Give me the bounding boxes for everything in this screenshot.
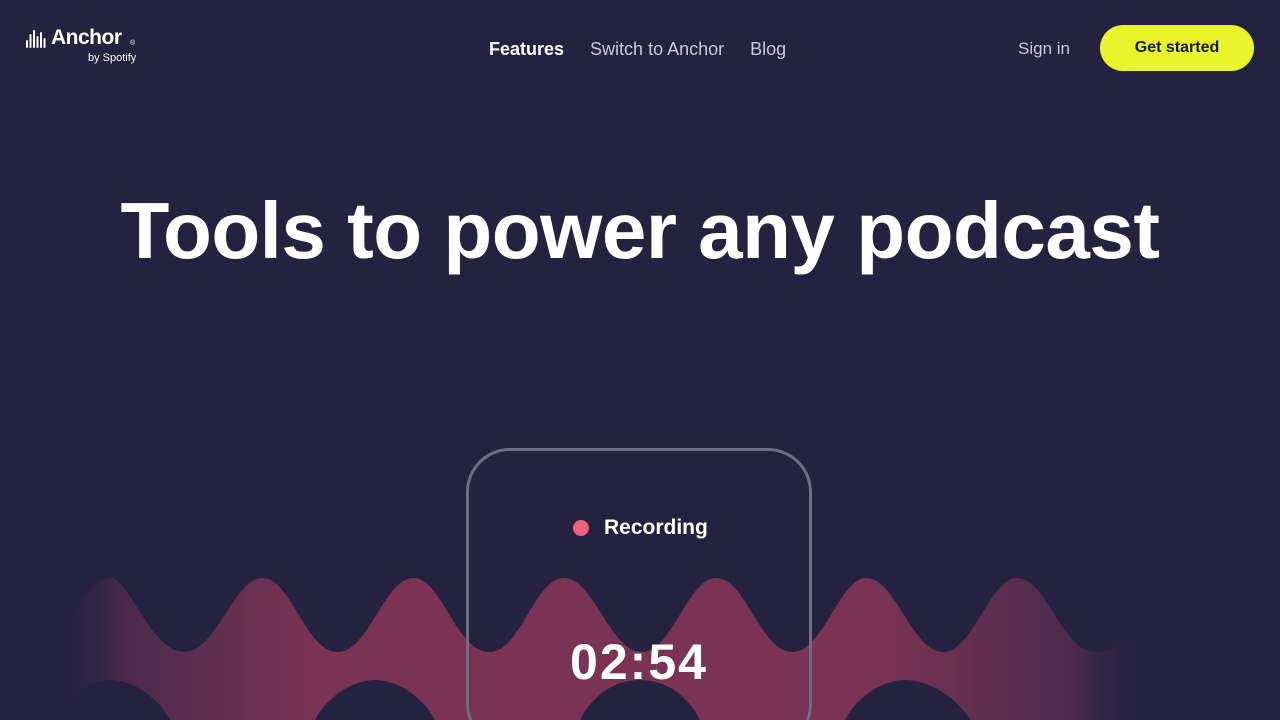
site-header: Anchor ® by Spotify Features Switch to A…: [0, 0, 1280, 96]
page: Anchor ® by Spotify Features Switch to A…: [0, 0, 1280, 720]
record-dot-icon: [573, 520, 589, 536]
nav-item-switch-to-anchor[interactable]: Switch to Anchor: [590, 37, 724, 61]
anchor-waveform-icon: [26, 30, 46, 48]
brand-name: Anchor: [51, 26, 122, 49]
main-nav: Features Switch to Anchor Blog: [489, 37, 812, 61]
brand-tagline: by Spotify: [88, 52, 137, 64]
recording-indicator: Recording: [573, 516, 708, 540]
nav-item-features[interactable]: Features: [489, 37, 564, 61]
recording-timer: 02:54: [570, 634, 708, 690]
get-started-button[interactable]: Get started: [1100, 25, 1254, 71]
sign-in-link[interactable]: Sign in: [1018, 38, 1070, 60]
registered-mark: ®: [130, 40, 136, 47]
nav-item-blog[interactable]: Blog: [750, 37, 786, 61]
recording-label: Recording: [604, 516, 708, 539]
anchor-logo[interactable]: Anchor ® by Spotify: [26, 26, 146, 67]
hero-title: Tools to power any podcast: [120, 186, 1160, 275]
